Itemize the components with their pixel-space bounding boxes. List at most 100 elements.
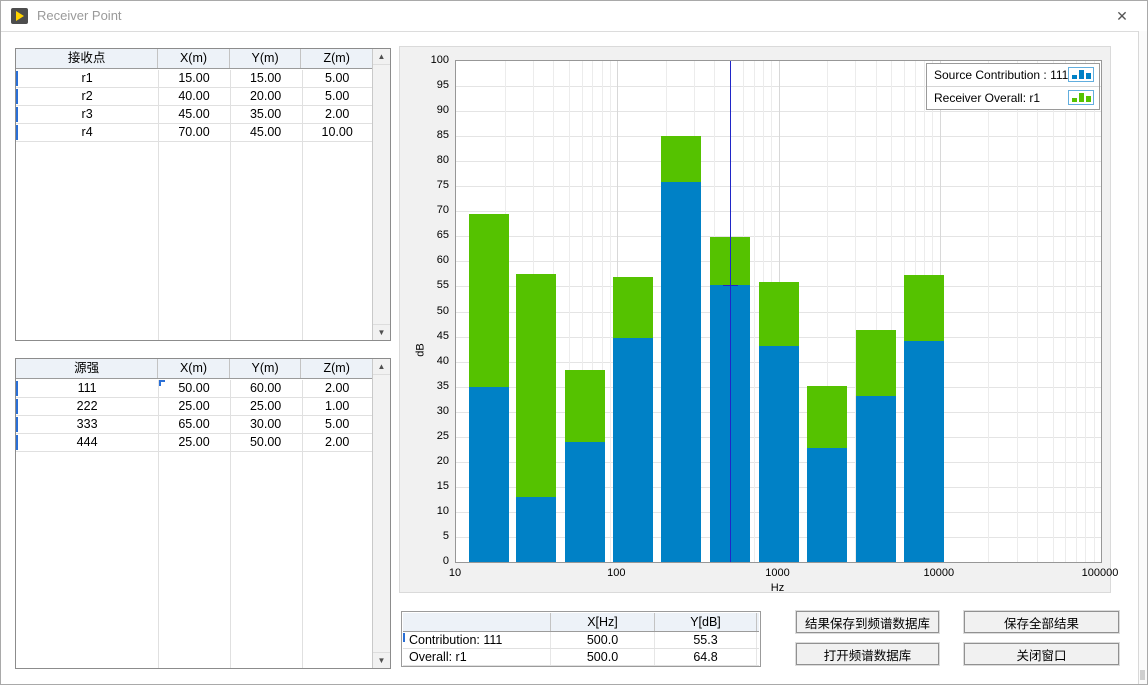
close-icon[interactable]: ✕ (1111, 1, 1133, 31)
column-header[interactable]: Z(m) (301, 359, 373, 378)
table-cell[interactable]: 60.00 (230, 380, 302, 397)
column-header[interactable]: Y(m) (230, 359, 302, 378)
table-row[interactable]: 22225.0025.001.00 (16, 398, 373, 416)
readout-cell: Contribution: 111 (403, 632, 551, 648)
save-all-results-button[interactable]: 保存全部结果 (964, 611, 1119, 633)
table-row[interactable]: 44425.0050.002.00 (16, 434, 373, 452)
mini-bar (1079, 93, 1084, 102)
y-tick-label: 55 (409, 278, 449, 292)
table-cell[interactable]: 40.00 (158, 88, 230, 105)
table-cell[interactable]: 25.00 (158, 434, 230, 451)
table-cell[interactable]: 45.00 (158, 106, 230, 123)
column-header[interactable]: 源强 (16, 359, 158, 378)
table-cell[interactable]: 30.00 (230, 416, 302, 433)
y-tick-label: 65 (409, 228, 449, 242)
y-tick-label: 25 (409, 429, 449, 443)
y-tick-label: 15 (409, 479, 449, 493)
table-cell[interactable]: 10.00 (301, 124, 373, 141)
table-row[interactable]: r240.0020.005.00 (16, 88, 373, 106)
table-row[interactable]: r115.0015.005.00 (16, 70, 373, 88)
table-row[interactable]: 33365.0030.005.00 (16, 416, 373, 434)
table-row[interactable]: r470.0045.0010.00 (16, 124, 373, 142)
column-header[interactable]: X(m) (158, 359, 230, 378)
row-selector (16, 399, 18, 414)
row-selector (16, 381, 18, 396)
receiver-table-scrollbar[interactable]: ▲▼ (372, 49, 390, 340)
x-tick-label: 100000 (1065, 566, 1135, 580)
chart-plot-area[interactable] (455, 60, 1102, 563)
table-cell[interactable]: 35.00 (230, 106, 302, 123)
legend-item-contribution[interactable]: Source Contribution : 111 (927, 64, 1099, 87)
readout-cell: 500.0 (551, 632, 655, 648)
mini-bar (1079, 70, 1084, 79)
y-tick-label: 60 (409, 253, 449, 267)
mini-bar (1086, 96, 1091, 102)
receiver-point-table: 接收点X(m)Y(m)Z(m)r115.0015.005.00r240.0020… (15, 48, 391, 341)
table-cell[interactable]: 5.00 (301, 70, 373, 87)
column-header[interactable]: 接收点 (16, 49, 158, 68)
table-cell[interactable]: 2.00 (301, 380, 373, 397)
labview-app-icon (11, 8, 28, 24)
cell-edit-marker (159, 380, 165, 386)
table-cell[interactable]: 5.00 (301, 416, 373, 433)
contribution-bar (613, 338, 653, 562)
contribution-bar (661, 182, 701, 562)
chart-cursor-line[interactable] (730, 61, 731, 562)
table-cell[interactable]: 15.00 (230, 70, 302, 87)
table-cell[interactable]: 45.00 (230, 124, 302, 141)
y-tick-label: 90 (409, 103, 449, 117)
contribution-bar (856, 396, 896, 562)
column-header[interactable]: X(m) (158, 49, 230, 68)
table-cell[interactable]: 1.00 (301, 398, 373, 415)
contribution-bar (516, 497, 556, 562)
table-cell[interactable]: 222 (16, 398, 158, 415)
column-header[interactable]: Z(m) (301, 49, 373, 68)
resize-grip[interactable] (1140, 670, 1145, 680)
table-cell[interactable]: 2.00 (301, 106, 373, 123)
table-cell[interactable]: 5.00 (301, 88, 373, 105)
table-cell[interactable]: 70.00 (158, 124, 230, 141)
scroll-up-button[interactable]: ▲ (373, 49, 390, 65)
scroll-down-button[interactable]: ▼ (373, 324, 390, 340)
table-cell[interactable]: 25.00 (158, 398, 230, 415)
row-selector (16, 435, 18, 450)
table-cell[interactable]: 15.00 (158, 70, 230, 87)
table-cell[interactable]: 444 (16, 434, 158, 451)
table-cell[interactable]: r2 (16, 88, 158, 105)
table-cell[interactable]: 111 (16, 380, 158, 397)
readout-cell: 64.8 (655, 649, 757, 665)
row-selector (403, 633, 405, 642)
table-row[interactable]: r345.0035.002.00 (16, 106, 373, 124)
table-cell[interactable]: r4 (16, 124, 158, 141)
receiver-table-body: r115.0015.005.00r240.0020.005.00r345.003… (16, 70, 373, 340)
readout-cell: 500.0 (551, 649, 655, 665)
window-title: Receiver Point (37, 1, 122, 31)
table-row[interactable]: 11150.0060.002.00 (16, 380, 373, 398)
legend-item-overall[interactable]: Receiver Overall: r1 (927, 87, 1099, 109)
y-tick-label: 70 (409, 203, 449, 217)
overall-plot-icon (1068, 90, 1094, 105)
source-table-scrollbar[interactable]: ▲▼ (372, 359, 390, 668)
column-header[interactable]: Y(m) (230, 49, 302, 68)
x-tick-label: 10000 (904, 566, 974, 580)
column-header: X[Hz] (551, 613, 655, 631)
table-cell[interactable]: 333 (16, 416, 158, 433)
legend-label: Receiver Overall: r1 (934, 91, 1040, 105)
contribution-bar (904, 341, 944, 562)
close-window-button[interactable]: 关闭窗口 (964, 643, 1119, 665)
table-cell[interactable]: 65.00 (158, 416, 230, 433)
scroll-down-button[interactable]: ▼ (373, 652, 390, 668)
scroll-up-button[interactable]: ▲ (373, 359, 390, 375)
table-cell[interactable]: r1 (16, 70, 158, 87)
table-cell[interactable]: 50.00 (158, 380, 230, 397)
open-spectrum-db-button[interactable]: 打开频谱数据库 (796, 643, 939, 665)
table-cell[interactable]: 50.00 (230, 434, 302, 451)
table-cell[interactable]: 2.00 (301, 434, 373, 451)
table-cell[interactable]: r3 (16, 106, 158, 123)
table-cell[interactable]: 20.00 (230, 88, 302, 105)
contribution-plot-icon (1068, 67, 1094, 82)
save-to-spectrum-db-button[interactable]: 结果保存到频谱数据库 (796, 611, 939, 633)
table-cell[interactable]: 25.00 (230, 398, 302, 415)
y-axis-label: dB (415, 343, 427, 356)
y-tick-label: 30 (409, 404, 449, 418)
